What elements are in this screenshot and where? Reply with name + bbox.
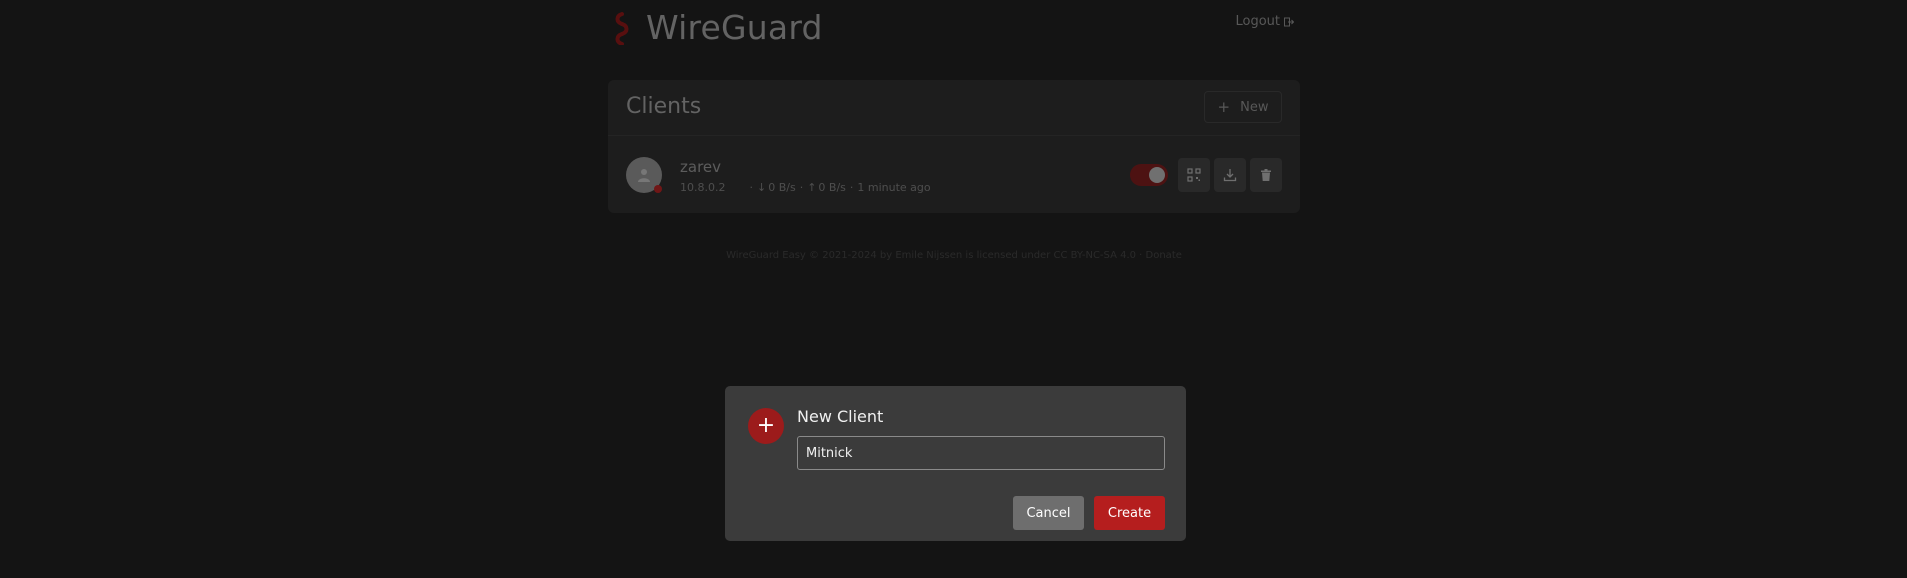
new-client-dialog: + New Client Cancel Create xyxy=(725,386,1186,541)
client-name-input[interactable] xyxy=(797,436,1165,470)
cancel-button[interactable]: Cancel xyxy=(1013,496,1084,530)
create-button[interactable]: Create xyxy=(1094,496,1165,530)
plus-circle-icon: + xyxy=(748,408,784,444)
dialog-title: New Client xyxy=(797,407,884,426)
